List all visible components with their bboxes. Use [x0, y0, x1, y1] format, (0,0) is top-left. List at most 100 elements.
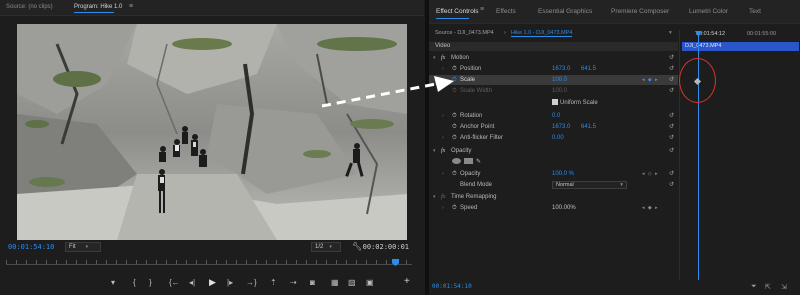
add-marker-button[interactable]: ▾	[111, 278, 115, 287]
time-remapping-row[interactable]: ▾ fx Time Remapping	[429, 192, 678, 202]
chevron-down-icon[interactable]: ▾	[669, 30, 672, 36]
multicam-button[interactable]: ▧	[348, 278, 356, 287]
comparison-view-button[interactable]: ▦	[331, 278, 339, 287]
current-timecode[interactable]: 00:01:54:10	[8, 243, 54, 251]
tab-text[interactable]: Text	[749, 8, 761, 15]
safe-margins-button[interactable]: ▣	[366, 278, 374, 287]
button-editor-add-icon[interactable]: +	[404, 276, 410, 287]
keyframe-navigator[interactable]: ◂ ◇ ▸	[642, 169, 659, 179]
stopwatch-icon[interactable]: ⏱︎	[452, 203, 457, 213]
scale-row[interactable]: › ⏱︎ Scale 100.0 ◂ ◆ ▸ ↺	[429, 75, 678, 85]
chevron-right-icon[interactable]: ›	[442, 203, 444, 213]
anchor-y-value[interactable]: 641.5	[581, 122, 596, 132]
reset-icon[interactable]: ↺	[669, 75, 674, 85]
reset-icon[interactable]: ↺	[669, 111, 674, 121]
lift-button[interactable]: ⇡	[270, 278, 277, 287]
rotation-row[interactable]: › ⏱︎ Rotation 0.0 ↺	[429, 111, 678, 121]
step-forward-button[interactable]: |▸	[227, 278, 233, 287]
chevron-down-icon[interactable]: ▾	[433, 53, 436, 63]
play-button[interactable]: ▶	[209, 278, 216, 287]
mark-out-button[interactable]: }	[149, 278, 152, 287]
reset-icon[interactable]: ↺	[669, 53, 674, 63]
chevron-down-icon[interactable]: ▾	[433, 146, 436, 156]
blend-mode-value: Normal	[556, 182, 574, 188]
wrench-icon[interactable]: 🔧︎	[352, 242, 362, 251]
speed-value[interactable]: 100.00%	[552, 203, 576, 213]
timeline-clip-bar[interactable]: DJI_0473.MP4	[682, 42, 799, 51]
chevron-right-icon[interactable]: ›	[442, 75, 444, 85]
reset-icon[interactable]: ↺	[669, 64, 674, 74]
stopwatch-icon[interactable]: ⏱︎	[452, 122, 457, 132]
reset-icon[interactable]: ↺	[669, 122, 674, 132]
pen-tool-icon[interactable]: ✎	[476, 159, 481, 165]
tab-program-monitor[interactable]: Program: Hike 1.0	[74, 4, 122, 13]
scale-value[interactable]: 100.0	[552, 75, 567, 85]
zoom-level-select[interactable]: Fit ▾	[65, 242, 101, 252]
reset-icon[interactable]: ↺	[669, 169, 674, 179]
monitor-scrub-bar[interactable]	[0, 258, 424, 270]
stopwatch-icon[interactable]: ⏱︎	[452, 111, 457, 121]
reset-icon[interactable]: ↺	[669, 86, 674, 96]
motion-effect-row[interactable]: ▾ fx Motion ↺	[429, 53, 678, 63]
chevron-right-icon[interactable]: ›	[442, 64, 444, 74]
anti-flicker-value[interactable]: 0.00	[552, 133, 564, 143]
blend-mode-row[interactable]: Blend Mode ▾ Normal ↺	[429, 180, 678, 190]
stopwatch-icon[interactable]: ⏱︎	[452, 64, 457, 74]
rotation-value[interactable]: 0.0	[552, 111, 560, 121]
keyframe-navigator[interactable]: ◂ ◆ ▸	[642, 203, 659, 213]
chevron-right-icon[interactable]: ›	[442, 111, 444, 121]
tab-lumetri-color[interactable]: Lumetri Color	[689, 8, 728, 15]
extract-button[interactable]: ⇢	[290, 278, 297, 287]
checkbox-icon[interactable]	[552, 99, 558, 106]
stopwatch-icon[interactable]: ⏱︎	[452, 169, 457, 179]
ellipse-mask-icon[interactable]	[452, 158, 461, 165]
chevron-down-icon[interactable]: ▾	[433, 192, 436, 202]
tab-effects[interactable]: Effects	[496, 8, 516, 15]
fx-toggle-icon[interactable]: fx	[441, 192, 445, 202]
tab-effect-controls[interactable]: Effect Controls	[436, 8, 479, 19]
mark-in-button[interactable]: {	[133, 278, 136, 287]
export-icon[interactable]: ⇱	[765, 283, 771, 291]
tab-essential-graphics[interactable]: Essential Graphics	[538, 8, 592, 15]
stopwatch-icon[interactable]: ⏱︎	[452, 75, 457, 85]
uniform-scale-row[interactable]: Uniform Scale	[429, 98, 678, 108]
effect-controls-menu-icon[interactable]: ≡	[480, 6, 484, 13]
go-to-in-button[interactable]: {←	[169, 278, 180, 287]
uniform-scale-checkbox[interactable]: Uniform Scale	[552, 98, 598, 108]
tab-source-monitor[interactable]: Source: (no clips)	[6, 4, 53, 10]
opacity-value[interactable]: 100.0 %	[552, 169, 574, 179]
rectangle-mask-icon[interactable]	[464, 158, 473, 165]
position-y-value[interactable]: 641.5	[581, 64, 596, 74]
export-frame-button[interactable]: ◙	[310, 278, 315, 287]
stopwatch-icon[interactable]: ⏱︎	[452, 133, 457, 143]
tab-premiere-composer[interactable]: Premiere Composer	[611, 8, 669, 15]
chevron-down-icon: ▾	[329, 244, 332, 250]
go-to-out-button[interactable]: →}	[246, 278, 257, 287]
chevron-right-icon[interactable]: ›	[442, 133, 444, 143]
sequence-clip-label[interactable]: Hike 1.0 - DJI_0473.MP4	[511, 30, 573, 37]
reset-icon[interactable]: ↺	[669, 133, 674, 143]
speed-row[interactable]: › ⏱︎ Speed 100.00% ◂ ◆ ▸	[429, 203, 678, 213]
anchor-point-row[interactable]: ⏱︎ Anchor Point 1673.0 641.5 ↺	[429, 122, 678, 132]
anchor-x-value[interactable]: 1673.0	[552, 122, 570, 132]
program-video-frame[interactable]	[17, 24, 407, 240]
reset-icon[interactable]: ↺	[669, 180, 674, 190]
source-clip-label[interactable]: Source - DJI_0473.MP4	[435, 30, 494, 36]
blend-mode-select[interactable]: ▾ Normal	[552, 181, 627, 189]
fx-toggle-icon[interactable]: fx	[441, 146, 445, 156]
anti-flicker-row[interactable]: › ⏱︎ Anti-flicker Filter 0.00 ↺	[429, 133, 678, 143]
panel-menu-icon[interactable]: ≡	[129, 3, 133, 10]
opacity-effect-row[interactable]: ▾ fx Opacity ↺	[429, 146, 678, 156]
keyframe-navigator[interactable]: ◂ ◆ ▸	[642, 75, 659, 85]
share-icon[interactable]: ⇲	[781, 283, 787, 291]
reset-icon[interactable]: ↺	[669, 146, 674, 156]
fx-toggle-icon[interactable]: fx	[441, 53, 445, 63]
effect-controls-timecode[interactable]: 00:01:54:10	[432, 283, 472, 290]
position-row[interactable]: › ⏱︎ Position 1673.0 641.5 ↺	[429, 64, 678, 74]
playback-resolution-select[interactable]: 1/2 ▾	[311, 242, 341, 252]
opacity-row[interactable]: › ⏱︎ Opacity 100.0 % ◂ ◇ ▸ ↺	[429, 169, 678, 179]
position-x-value[interactable]: 1673.0	[552, 64, 570, 74]
step-back-button[interactable]: ◂|	[189, 278, 195, 287]
chevron-right-icon[interactable]: ›	[442, 169, 444, 179]
filter-icon[interactable]: ⏷	[751, 283, 757, 291]
